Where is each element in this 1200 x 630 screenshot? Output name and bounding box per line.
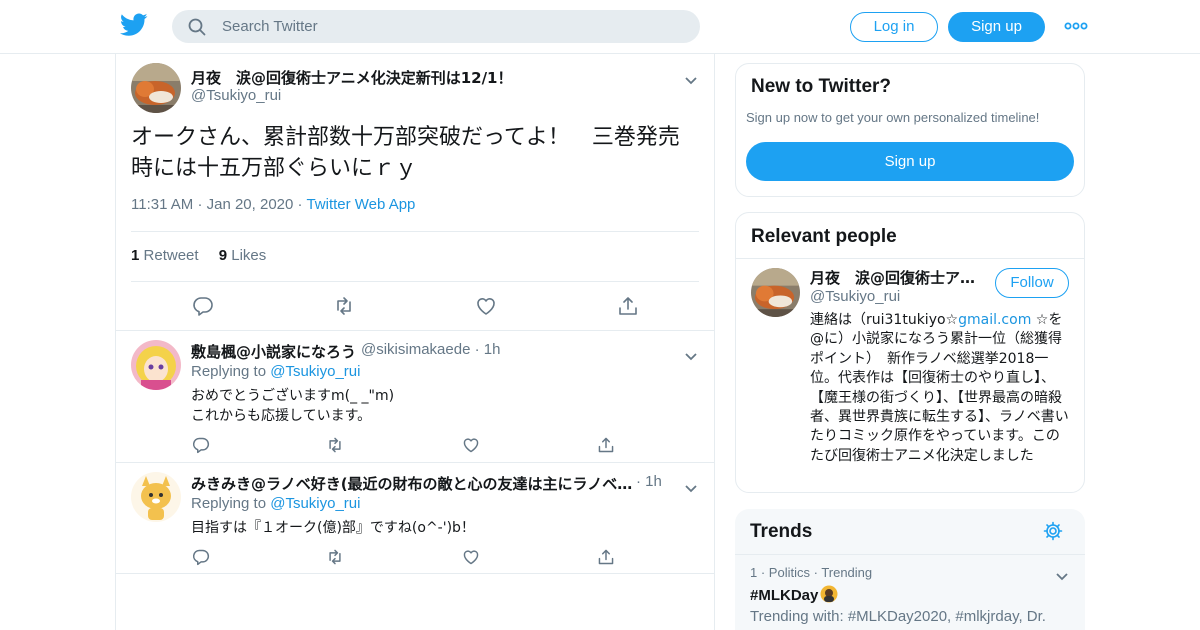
chevron-down-icon[interactable] (684, 71, 698, 85)
bio-link[interactable]: gmail.com (958, 312, 1031, 328)
twitter-bird-icon[interactable] (119, 13, 148, 37)
bio-text: 連絡は（rui31tukiyo☆ (810, 312, 959, 328)
avatar[interactable] (131, 63, 181, 113)
divider (131, 281, 699, 282)
author-display-name[interactable]: みきみき@ラノベ好き(最近の財布の敵と心の友達は主にラノベ… (191, 473, 632, 494)
author-handle[interactable]: · 1h (636, 473, 662, 490)
trends-card: Trends 1 · Politics · Trending #MLKDay T… (735, 509, 1085, 630)
card-title: Trends (750, 521, 813, 542)
top-navigation-bar: Log in Sign up (0, 0, 1200, 54)
trend-metadata: 1 · Politics · Trending (750, 565, 873, 580)
reply-icon[interactable] (192, 295, 214, 317)
like-icon[interactable] (475, 295, 497, 317)
retweet-icon[interactable] (326, 436, 344, 454)
divider (735, 554, 1085, 555)
reply-icon[interactable] (192, 548, 210, 566)
retweet-label: Retweet (143, 247, 199, 264)
trend-hashtag[interactable]: #MLKDay (750, 587, 818, 604)
person-display-name[interactable]: 月夜 涙@回復術士ア… (810, 267, 975, 288)
search-icon (188, 18, 206, 36)
author-display-name[interactable]: 月夜 涙@回復術士アニメ化決定新刊は12/1！ (191, 67, 513, 88)
chevron-down-icon[interactable] (1055, 567, 1069, 581)
avatar[interactable] (131, 340, 181, 390)
author-handle[interactable]: @sikisimakaede · 1h (361, 341, 500, 358)
retweet-icon[interactable] (326, 548, 344, 566)
trend-item[interactable]: #MLKDay (750, 585, 838, 604)
reply-text-line: 目指すは『１オーク(億)部』ですね(o^-')b！ (191, 520, 475, 536)
replying-to-label: Replying to (191, 363, 267, 380)
divider (131, 231, 699, 232)
author-handle[interactable]: @Tsukiyo_rui (191, 87, 281, 104)
chevron-down-icon[interactable] (684, 347, 698, 361)
share-icon[interactable] (597, 548, 615, 566)
replying-to-line: Replying to @Tsukiyo_rui (191, 363, 360, 380)
replying-to-link[interactable]: @Tsukiyo_rui (270, 363, 360, 380)
bio-text: ☆を@に）小説家になろう累計一位（総獲得ポイント） 新作ラノベ総選挙2018一位… (810, 312, 1069, 464)
mlk-emoji-icon (820, 585, 838, 603)
trend-context: Trending with: #MLKDay2020, #mlkjrday, D… (750, 608, 1046, 630)
replying-to-line: Replying to @Tsukiyo_rui (191, 495, 360, 512)
retweet-count: 1 (131, 247, 140, 264)
divider (116, 573, 714, 574)
trend-status: Trending (821, 565, 873, 580)
tweet-text: オークさん、累計部数十万部突破だってよ！ 三巻発売時には十五万部ぐらいにｒｙ (131, 125, 680, 181)
reply-time[interactable]: 1h (484, 341, 501, 358)
retweet-icon[interactable] (333, 295, 355, 317)
login-button[interactable]: Log in (850, 12, 938, 42)
reply-text-line: おめでとうございますm(_ _"m) (191, 388, 395, 404)
like-label: Likes (231, 247, 267, 264)
share-icon[interactable] (617, 295, 639, 317)
reply-tweet[interactable]: 敷島楓@小説家になろう @sikisimakaede · 1h Replying… (116, 330, 714, 463)
reply-tweet[interactable]: みきみき@ラノベ好き(最近の財布の敵と心の友達は主にラノベ… · 1h Repl… (116, 462, 714, 574)
author-display-name[interactable]: 敷島楓@小説家になろう (191, 341, 356, 362)
share-icon[interactable] (597, 436, 615, 454)
like-count: 9 (218, 247, 228, 264)
person-handle[interactable]: @Tsukiyo_rui (810, 288, 900, 305)
tweet-time[interactable]: 11:31 AM (131, 196, 193, 213)
tweet-column: 月夜 涙@回復術士アニメ化決定新刊は12/1！ @Tsukiyo_rui オーク… (115, 54, 715, 630)
trend-category: Politics (768, 565, 810, 580)
card-title: Relevant people (751, 226, 897, 247)
like-count-link[interactable]: 9 Likes (219, 247, 267, 264)
person-bio: 連絡は（rui31tukiyo☆gmail.com ☆を@に）小説家になろう累計… (810, 311, 1072, 466)
card-title: New to Twitter? (751, 76, 892, 97)
avatar[interactable] (751, 268, 800, 317)
search-bar[interactable] (172, 10, 700, 43)
tweet-source-link[interactable]: Twitter Web App (306, 196, 415, 213)
new-to-twitter-card: New to Twitter? Sign up now to get your … (735, 63, 1085, 197)
signup-button[interactable]: Sign up (746, 142, 1074, 181)
search-input[interactable] (222, 10, 682, 43)
signup-button[interactable]: Sign up (948, 12, 1045, 42)
retweet-count-link[interactable]: 1 Retweet (131, 247, 199, 264)
like-icon[interactable] (462, 436, 480, 454)
replying-to-label: Replying to (191, 495, 267, 512)
like-icon[interactable] (462, 548, 480, 566)
tweet-metadata: 11:31 AM · Jan 20, 2020 · Twitter Web Ap… (131, 196, 416, 213)
divider (736, 258, 1084, 259)
replying-to-link[interactable]: @Tsukiyo_rui (270, 495, 360, 512)
tweet-stats: 1 Retweet 9 Likes (131, 247, 266, 264)
chevron-down-icon[interactable] (684, 479, 698, 493)
avatar[interactable] (131, 472, 181, 522)
reply-icon[interactable] (192, 436, 210, 454)
handle-text: @sikisimakaede (361, 341, 471, 358)
tweet-date[interactable]: Jan 20, 2020 (207, 196, 294, 213)
reply-time[interactable]: 1h (645, 473, 662, 490)
card-subtitle: Sign up now to get your own personalized… (746, 110, 1040, 125)
follow-button[interactable]: Follow (995, 268, 1069, 298)
more-dots-icon[interactable] (1064, 18, 1088, 34)
gear-icon[interactable] (1043, 521, 1063, 541)
relevant-people-card: Relevant people 月夜 涙@回復術士ア… @Tsukiyo_rui… (735, 212, 1085, 493)
reply-text-line: これからも応援しています。 (191, 408, 372, 424)
